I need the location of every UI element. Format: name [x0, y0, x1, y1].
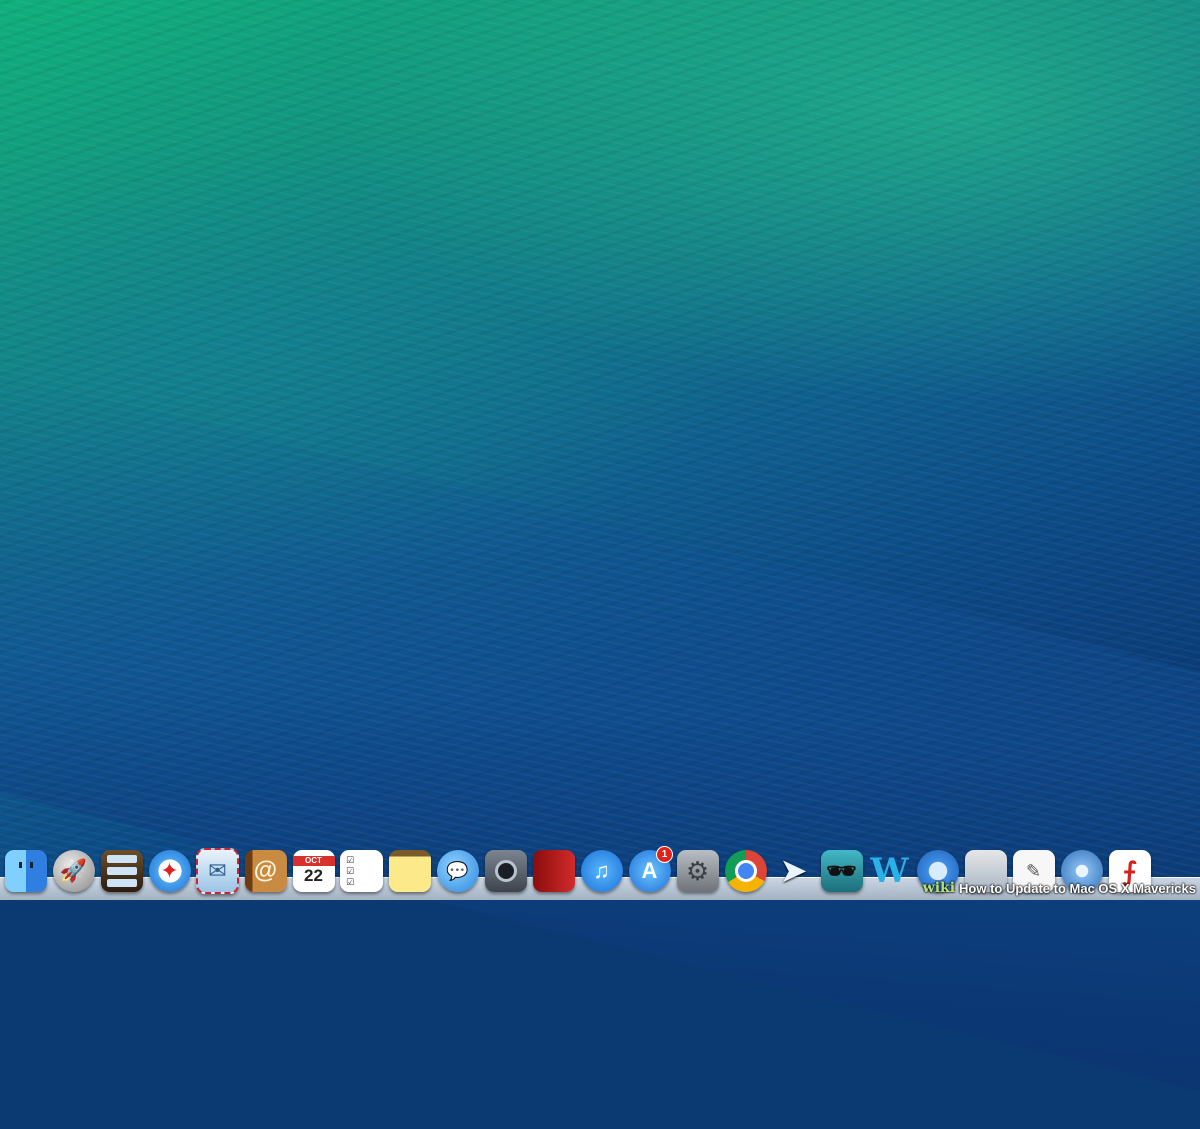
dock-item-facetime[interactable] [484, 848, 527, 894]
notes-pad-icon [388, 850, 431, 892]
finder-icon [4, 850, 47, 892]
dock-item-system-preferences[interactable]: ⚙ [676, 848, 719, 894]
dock-item-app-store[interactable]: A 1 [628, 846, 673, 894]
calendar-month: OCT [292, 856, 335, 866]
photo-booth-curtain-icon [532, 850, 575, 892]
wikihow-watermark: wiki How to Update to Mac OS X Mavericks [923, 880, 1196, 896]
mail-stamp-icon: ✉ [196, 848, 239, 894]
gear-icon: ⚙ [676, 850, 719, 892]
dock-item-finder[interactable] [4, 848, 47, 894]
messages-bubble-icon: 💬 [436, 850, 479, 892]
wave-shadow [0, 360, 1200, 1129]
dock-item-paper-plane[interactable]: ➤ [772, 848, 815, 894]
wikihow-logo: wiki [922, 880, 956, 896]
itunes-note-icon: ♫ [580, 850, 623, 892]
calendar-icon: OCT 22 [292, 850, 335, 892]
dock-item-launchpad[interactable]: 🚀 [52, 848, 95, 894]
dock-item-safari[interactable]: ✦ [148, 848, 191, 894]
safari-compass-icon: ✦ [148, 850, 191, 892]
dock-item-photo-booth[interactable] [532, 848, 575, 894]
desktop-wallpaper [0, 0, 1200, 1129]
dock-item-notes[interactable] [388, 848, 431, 894]
contacts-book-icon: @ [244, 850, 287, 892]
app-store-update-badge: 1 [656, 846, 673, 863]
w-letter-icon: W [870, 851, 909, 891]
calendar-day: 22 [304, 866, 323, 885]
dock-item-calendar[interactable]: OCT 22 [292, 848, 335, 894]
reminders-checklist-icon: ☑ ☑ ☑ [340, 850, 383, 892]
dock-item-contacts[interactable]: @ [244, 848, 287, 894]
facetime-camera-icon [484, 850, 527, 892]
dock-item-w-app[interactable]: W [868, 848, 911, 894]
dock-item-mission-control[interactable] [100, 848, 143, 894]
launchpad-icon: 🚀 [52, 850, 95, 892]
chrome-icon [724, 850, 767, 892]
spy-agent-icon: 🕶 [820, 850, 863, 892]
dock-item-chrome[interactable] [724, 848, 767, 894]
dock-item-reminders[interactable]: ☑ ☑ ☑ [340, 848, 383, 894]
dock-item-spy[interactable]: 🕶 [820, 848, 863, 894]
watermark-title: How to Update to Mac OS X Mavericks [959, 880, 1196, 896]
paper-plane-icon: ➤ [779, 852, 808, 890]
dock-item-mail[interactable]: ✉ [196, 848, 239, 894]
dock-item-itunes[interactable]: ♫ [580, 848, 623, 894]
mission-control-icon [100, 850, 143, 892]
dock-item-messages[interactable]: 💬 [436, 848, 479, 894]
